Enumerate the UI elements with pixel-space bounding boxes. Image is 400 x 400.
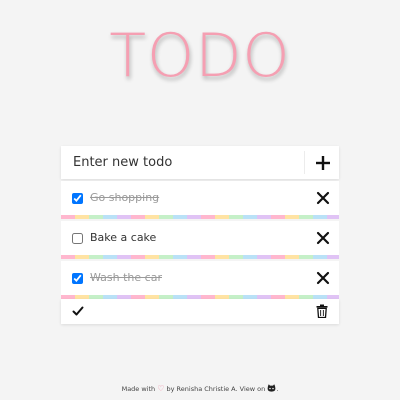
credit-suffix: . xyxy=(276,385,279,393)
app-title: TODO xyxy=(109,21,291,91)
todo-label: Bake a cake xyxy=(90,231,157,244)
todo-toolbar xyxy=(61,299,339,324)
check-all-button[interactable] xyxy=(72,305,84,317)
todo-checkbox[interactable] xyxy=(72,273,83,284)
new-todo-bar xyxy=(61,146,339,179)
todo-item: Go shopping xyxy=(61,181,339,215)
todo-card: Go shopping Bake a cake Wash the car xyxy=(61,146,339,324)
rainbow-divider xyxy=(61,255,339,259)
add-divider xyxy=(304,151,305,174)
credit-middle: by Renisha Christie A. View on xyxy=(166,385,266,393)
delete-todo-button[interactable] xyxy=(315,190,331,206)
todo-checkbox[interactable] xyxy=(72,193,83,204)
credit-footer: Made with ♡ by Renisha Christie A. View … xyxy=(0,384,400,393)
github-icon[interactable] xyxy=(267,384,276,392)
todo-item: Wash the car xyxy=(61,261,339,295)
todo-page: TODO Go shopping Bake a cake xyxy=(0,0,400,400)
delete-todo-button[interactable] xyxy=(315,270,331,286)
todo-label: Go shopping xyxy=(90,191,160,204)
rainbow-divider xyxy=(61,215,339,219)
heart-icon: ♡ xyxy=(157,384,165,393)
todo-label: Wash the car xyxy=(90,271,162,284)
credit-prefix: Made with xyxy=(121,385,156,393)
plus-icon xyxy=(316,155,330,170)
delete-todo-button[interactable] xyxy=(315,230,331,246)
todo-checkbox[interactable] xyxy=(72,233,83,244)
new-todo-input[interactable] xyxy=(61,146,301,179)
todo-item: Bake a cake xyxy=(61,221,339,255)
clear-completed-button[interactable] xyxy=(316,304,328,318)
add-todo-button[interactable] xyxy=(309,146,337,179)
